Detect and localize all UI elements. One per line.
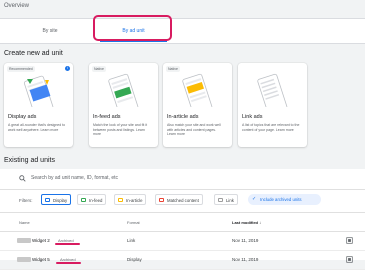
- in-feed-ads-illustration-icon: [108, 73, 139, 107]
- card-description: Match the look of your site and fit it b…: [93, 123, 148, 137]
- sort-arrow-icon: ↓: [259, 220, 262, 225]
- card-title: In-article ads: [167, 114, 199, 120]
- in-feed-format-icon: [81, 198, 86, 202]
- filter-chip-label: In-article: [126, 198, 143, 203]
- tab-bar: By site By ad unit: [0, 18, 365, 44]
- card-in-feed-ads[interactable]: Native In-feed ads Match the look of you…: [89, 63, 158, 147]
- filter-chip-link[interactable]: Link: [214, 194, 238, 205]
- card-description: A great all-rounder that's designed to w…: [8, 123, 66, 132]
- display-format-icon: [45, 198, 50, 202]
- filter-chip-in-article[interactable]: In-article: [114, 194, 147, 205]
- filters-label: Filters:: [19, 198, 33, 203]
- card-link-ads[interactable]: Link ads A list of topics that are relev…: [238, 63, 307, 147]
- tab-highlight-annotation: [93, 15, 172, 41]
- filter-chip-label: Link: [226, 198, 234, 203]
- column-header-label: Last modified: [232, 220, 259, 225]
- include-archived-toggle[interactable]: ✓ Include archived units: [248, 194, 321, 205]
- table-row[interactable]: Widget 2 Archived Link Nov 11, 2019: [0, 232, 365, 251]
- ad-unit-last-modified: Nov 11, 2019: [232, 238, 259, 243]
- search-bar[interactable]: Search by ad unit name, ID, format, etc: [0, 169, 365, 190]
- column-header-format[interactable]: Format: [127, 220, 140, 225]
- ad-unit-name[interactable]: Widget 2: [32, 238, 50, 243]
- filter-bar: Filters: Display In-feed In-article Matc…: [0, 190, 365, 213]
- filter-chip-label: Matched content: [167, 198, 199, 203]
- include-archived-label: Include archived units: [260, 197, 302, 202]
- filter-chip-label: In-feed: [89, 198, 103, 203]
- card-title: Display ads: [8, 114, 37, 120]
- page-title: Overview: [4, 3, 30, 9]
- table-header: Name Format Last modified ↓: [0, 213, 365, 232]
- redacted-name-block: [17, 238, 31, 243]
- card-title: Link ads: [242, 114, 263, 120]
- link-format-icon: [218, 198, 223, 202]
- card-description: Also match your site and work well with …: [167, 123, 221, 137]
- matched-content-format-icon: [159, 198, 164, 202]
- archived-highlight-annotation: [56, 262, 81, 264]
- in-article-ads-illustration-icon: [182, 73, 213, 107]
- filter-chip-matched-content[interactable]: Matched content: [155, 194, 203, 205]
- ad-unit-format: Link: [127, 238, 136, 243]
- filter-chip-label: Display: [53, 198, 68, 203]
- archived-highlight-annotation: [55, 243, 80, 245]
- existing-section-title: Existing ad units: [4, 157, 55, 164]
- card-display-ads[interactable]: Recommended i Display ads A great all-ro…: [4, 63, 73, 147]
- ad-units-table-panel: Search by ad unit name, ID, format, etc …: [0, 169, 365, 270]
- filter-chip-in-feed[interactable]: In-feed: [77, 194, 107, 205]
- get-code-icon[interactable]: [346, 237, 353, 244]
- card-title: In-feed ads: [93, 114, 121, 120]
- card-chip: Native: [166, 66, 180, 72]
- display-ads-illustration-icon: [23, 75, 54, 107]
- check-icon: ✓: [252, 196, 257, 202]
- info-icon[interactable]: i: [65, 66, 70, 71]
- card-chip: Native: [92, 66, 106, 72]
- card-description: A list of topics that are relevant to th…: [242, 123, 300, 132]
- search-input[interactable]: Search by ad unit name, ID, format, etc: [31, 175, 118, 181]
- tab-by-site[interactable]: By site: [5, 19, 95, 43]
- table-row[interactable]: Widget 5 Archived Display Nov 11, 2019: [0, 251, 365, 270]
- card-in-article-ads[interactable]: Native In-article ads Also match your si…: [163, 63, 232, 147]
- in-article-format-icon: [118, 198, 123, 202]
- search-icon: [19, 175, 26, 182]
- card-chip: Recommended: [7, 66, 35, 72]
- column-header-last-modified[interactable]: Last modified ↓: [232, 220, 261, 225]
- filter-chip-display[interactable]: Display: [41, 194, 72, 205]
- create-section-title: Create new ad unit: [4, 50, 63, 57]
- link-ads-illustration-icon: [257, 73, 288, 107]
- column-header-name[interactable]: Name: [19, 220, 30, 225]
